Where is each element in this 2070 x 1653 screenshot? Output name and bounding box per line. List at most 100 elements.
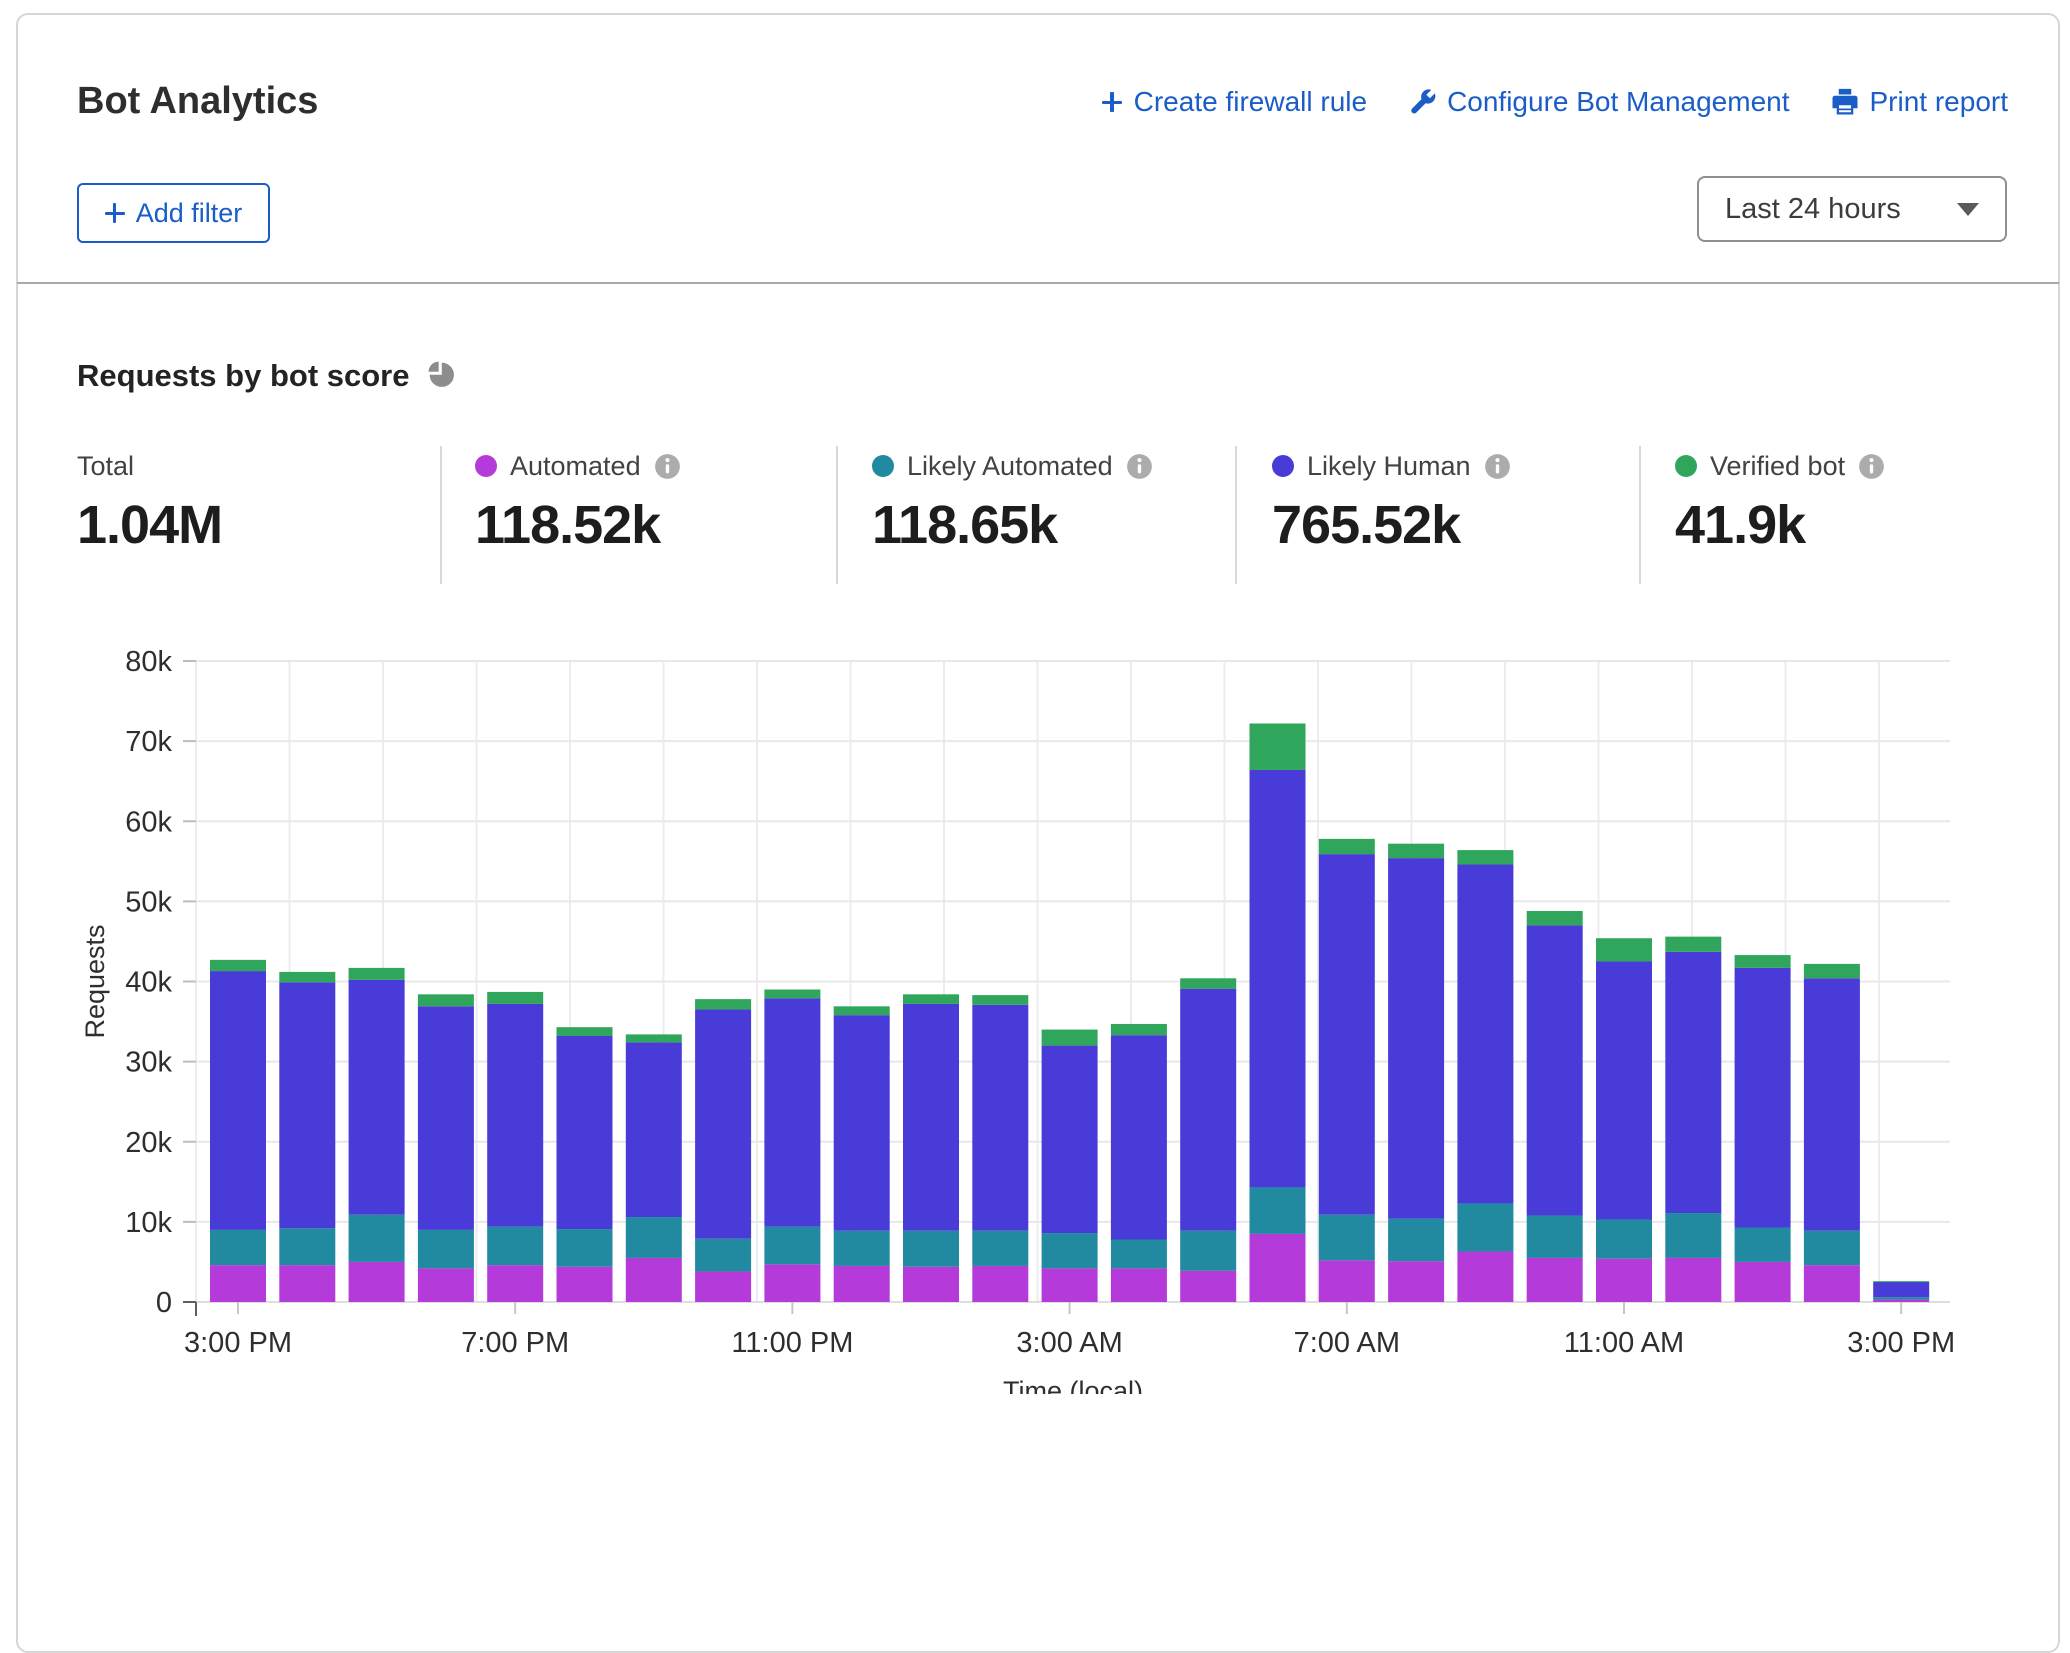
bar-9-00-am[interactable] <box>1457 850 1513 1302</box>
bar-segment[interactable] <box>1250 770 1306 1187</box>
bar-12-00-pm[interactable] <box>1665 937 1721 1302</box>
bar-segment[interactable] <box>1180 1231 1236 1271</box>
bar-10-00-pm[interactable] <box>695 999 751 1302</box>
bar-segment[interactable] <box>1319 1215 1375 1261</box>
bar-segment[interactable] <box>210 1230 266 1265</box>
print-report-link[interactable]: Print report <box>1830 86 2009 118</box>
bar-segment[interactable] <box>1804 964 1860 978</box>
bar-segment[interactable] <box>349 968 405 980</box>
bar-segment[interactable] <box>1319 854 1375 1215</box>
bar-segment[interactable] <box>1596 961 1652 1219</box>
bar-segment[interactable] <box>1804 1265 1860 1302</box>
bar-segment[interactable] <box>1527 1258 1583 1302</box>
bar-segment[interactable] <box>1180 978 1236 988</box>
bar-12-00-am[interactable] <box>834 1006 890 1302</box>
bar-segment[interactable] <box>695 1010 751 1239</box>
bar-segment[interactable] <box>1873 1281 1929 1282</box>
bar-segment[interactable] <box>349 1215 405 1262</box>
requests-by-bot-score-chart[interactable]: 010k20k30k40k50k60k70k80k3:00 PM7:00 PM1… <box>0 614 2070 1394</box>
bar-segment[interactable] <box>279 1228 335 1265</box>
bar-4-00-pm[interactable] <box>279 972 335 1302</box>
bar-11-00-pm[interactable] <box>764 990 820 1302</box>
bar-segment[interactable] <box>764 1264 820 1302</box>
bar-segment[interactable] <box>1457 1252 1513 1302</box>
bar-5-00-pm[interactable] <box>349 968 405 1302</box>
bar-segment[interactable] <box>834 1231 890 1266</box>
bar-segment[interactable] <box>487 1265 543 1302</box>
bar-segment[interactable] <box>1735 1227 1791 1261</box>
bar-segment[interactable] <box>1735 955 1791 968</box>
bar-segment[interactable] <box>279 1265 335 1302</box>
bar-segment[interactable] <box>903 1231 959 1267</box>
time-range-select[interactable]: Last 24 hours <box>1697 176 2007 242</box>
bar-segment[interactable] <box>1111 1035 1167 1239</box>
bar-segment[interactable] <box>557 1267 613 1302</box>
bar-8-00-am[interactable] <box>1388 844 1444 1302</box>
bar-segment[interactable] <box>1250 1187 1306 1233</box>
bar-segment[interactable] <box>1180 1271 1236 1302</box>
bar-segment[interactable] <box>834 1266 890 1302</box>
bar-4-00-am[interactable] <box>1111 1024 1167 1302</box>
bar-segment[interactable] <box>1665 952 1721 1213</box>
bar-segment[interactable] <box>1388 844 1444 858</box>
bar-6-00-pm[interactable] <box>418 994 474 1302</box>
bar-segment[interactable] <box>972 1005 1028 1231</box>
bar-segment[interactable] <box>1457 1203 1513 1251</box>
bar-segment[interactable] <box>1388 1261 1444 1302</box>
bar-segment[interactable] <box>695 1272 751 1302</box>
bar-10-00-am[interactable] <box>1527 911 1583 1302</box>
bar-segment[interactable] <box>1250 1234 1306 1302</box>
bar-segment[interactable] <box>626 1217 682 1258</box>
bar-segment[interactable] <box>834 1015 890 1231</box>
bar-segment[interactable] <box>695 1239 751 1272</box>
bar-segment[interactable] <box>1457 850 1513 864</box>
bar-2-00-pm[interactable] <box>1804 964 1860 1302</box>
bar-segment[interactable] <box>626 1258 682 1302</box>
bar-segment[interactable] <box>1180 989 1236 1231</box>
bar-segment[interactable] <box>1873 1300 1929 1302</box>
bar-segment[interactable] <box>1250 723 1306 769</box>
bar-segment[interactable] <box>1873 1282 1929 1297</box>
bar-1-00-pm[interactable] <box>1735 955 1791 1302</box>
bar-11-00-am[interactable] <box>1596 938 1652 1302</box>
bar-segment[interactable] <box>1527 1215 1583 1257</box>
bar-segment[interactable] <box>626 1034 682 1042</box>
bar-segment[interactable] <box>557 1027 613 1036</box>
bar-segment[interactable] <box>972 1266 1028 1302</box>
bar-segment[interactable] <box>210 1265 266 1302</box>
info-icon[interactable] <box>654 453 681 480</box>
bar-segment[interactable] <box>1042 1268 1098 1302</box>
bar-segment[interactable] <box>972 995 1028 1005</box>
bar-segment[interactable] <box>279 982 335 1228</box>
info-icon[interactable] <box>1858 453 1885 480</box>
bar-segment[interactable] <box>1388 1219 1444 1261</box>
bar-segment[interactable] <box>903 1004 959 1231</box>
bar-segment[interactable] <box>1735 968 1791 1228</box>
bar-1-00-am[interactable] <box>903 994 959 1302</box>
bar-segment[interactable] <box>557 1229 613 1267</box>
bar-segment[interactable] <box>557 1036 613 1229</box>
bar-segment[interactable] <box>1111 1240 1167 1269</box>
bar-3-00-am[interactable] <box>1042 1030 1098 1302</box>
bar-2-00-am[interactable] <box>972 995 1028 1302</box>
bar-segment[interactable] <box>279 972 335 982</box>
bar-segment[interactable] <box>349 1262 405 1302</box>
bar-segment[interactable] <box>1111 1024 1167 1035</box>
bar-segment[interactable] <box>764 990 820 999</box>
bar-segment[interactable] <box>695 999 751 1009</box>
bar-segment[interactable] <box>1042 1030 1098 1046</box>
bar-segment[interactable] <box>972 1231 1028 1266</box>
bar-segment[interactable] <box>1457 865 1513 1204</box>
bar-segment[interactable] <box>1665 1213 1721 1258</box>
bar-segment[interactable] <box>903 1267 959 1302</box>
bar-9-00-pm[interactable] <box>626 1034 682 1302</box>
configure-bot-management-link[interactable]: Configure Bot Management <box>1407 86 1789 118</box>
bar-segment[interactable] <box>1042 1046 1098 1233</box>
bar-segment[interactable] <box>1388 858 1444 1219</box>
bar-segment[interactable] <box>1804 1231 1860 1265</box>
bar-segment[interactable] <box>1319 839 1375 854</box>
bar-segment[interactable] <box>1596 938 1652 961</box>
bar-segment[interactable] <box>1665 1258 1721 1302</box>
create-firewall-rule-link[interactable]: Create firewall rule <box>1100 86 1367 118</box>
bar-8-00-pm[interactable] <box>557 1027 613 1302</box>
